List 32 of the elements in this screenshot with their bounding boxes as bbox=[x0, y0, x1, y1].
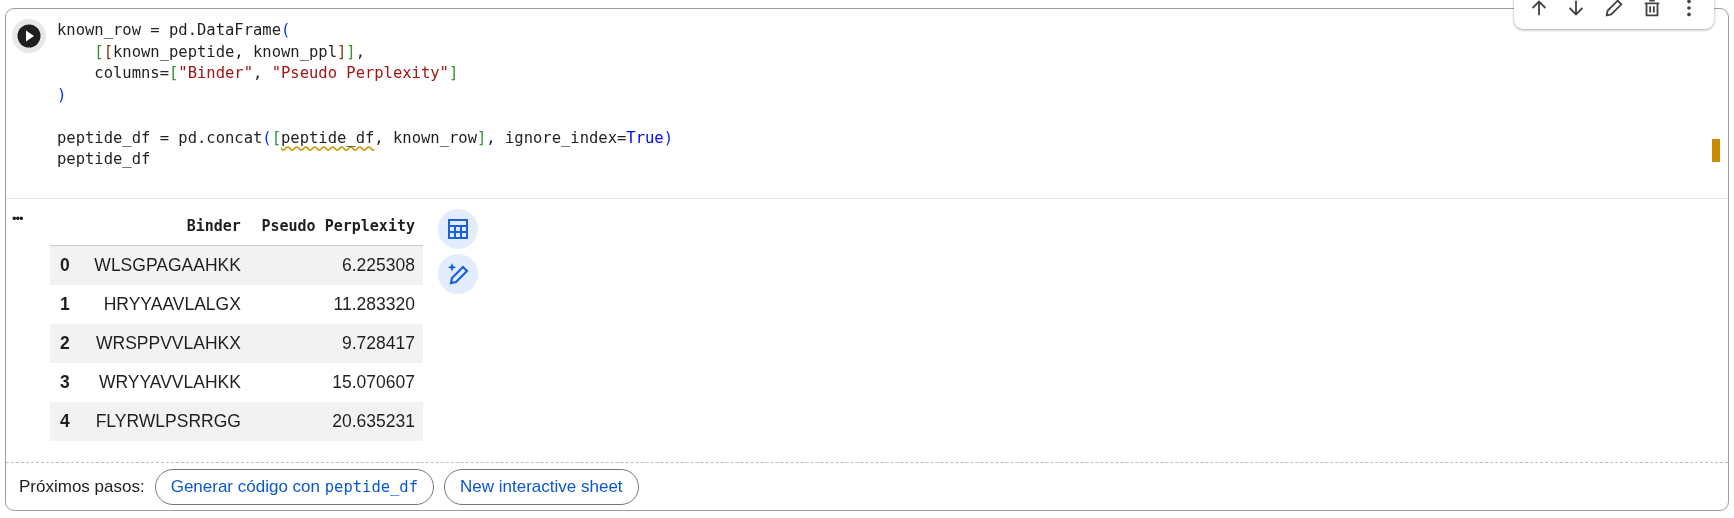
table-icon[interactable] bbox=[438, 209, 478, 249]
warning-marker bbox=[1712, 139, 1720, 162]
code-line: [[known_peptide, known_ppl]], bbox=[93, 41, 366, 63]
table-cell: 20.635231 bbox=[248, 401, 423, 441]
table-cell: HRYYAAVLALGX bbox=[80, 284, 249, 324]
run-button[interactable] bbox=[12, 19, 46, 53]
pencil-icon[interactable] bbox=[1603, 0, 1625, 19]
output-menu[interactable]: ••• bbox=[12, 211, 23, 226]
table-cell: WRSPPVVLAHKX bbox=[80, 323, 249, 363]
row-index: 4 bbox=[50, 401, 80, 441]
table-cell: 6.225308 bbox=[248, 245, 423, 285]
suggestion-button[interactable]: Generar código con peptide_df bbox=[154, 468, 435, 505]
table-cell: 9.728417 bbox=[248, 323, 423, 363]
next-steps-label: Próximos pasos: bbox=[19, 476, 145, 497]
code-line: peptide_df = pd.concat([peptide_df, known_row], ignore_index=True) bbox=[57, 127, 673, 149]
row-index: 2 bbox=[50, 323, 80, 363]
code-line: columns=["Binder", "Pseudo Perplexity"] bbox=[93, 63, 460, 84]
row-index: 1 bbox=[50, 284, 80, 324]
column-header: Binder bbox=[80, 209, 249, 246]
table-cell: 15.070607 bbox=[248, 362, 423, 402]
code-line: known_row = pd.DataFrame( bbox=[57, 20, 292, 41]
row-index: 0 bbox=[50, 245, 80, 285]
table-cell: WLSGPAGAAHKK bbox=[80, 245, 249, 285]
suggestion-button[interactable]: New interactive sheet bbox=[444, 468, 639, 505]
table-cell: FLYRWLPSRRGG bbox=[80, 401, 249, 441]
table-cell: WRYYAVVLAHKK bbox=[80, 362, 249, 402]
column-header: Pseudo Perplexity bbox=[248, 209, 423, 246]
code-line: ) bbox=[57, 84, 68, 106]
table-cell: 11.283320 bbox=[248, 284, 423, 324]
row-index: 3 bbox=[50, 362, 80, 402]
sparkle-pencil-icon[interactable] bbox=[438, 254, 478, 294]
code-line: peptide_df bbox=[57, 149, 152, 170]
